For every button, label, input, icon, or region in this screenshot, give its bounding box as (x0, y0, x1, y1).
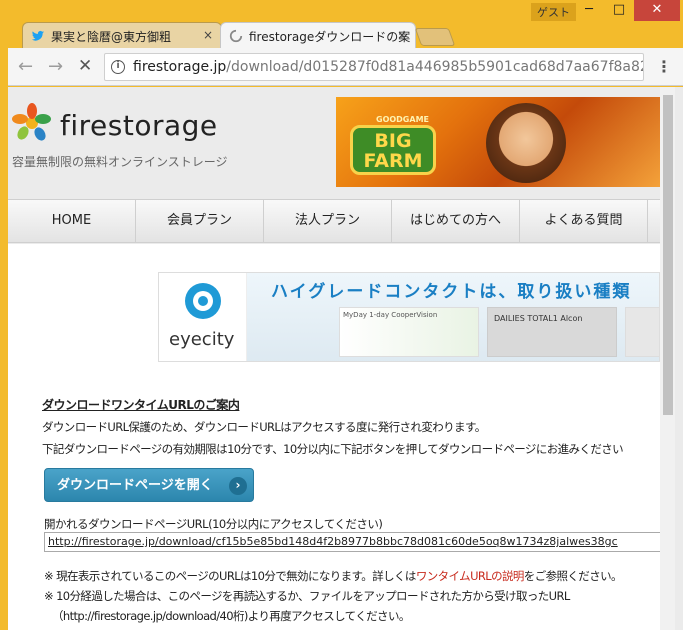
nav-member-plan[interactable]: 会員プラン (136, 200, 264, 242)
site-logo-text[interactable]: firestorage (60, 109, 218, 142)
note-3: （http://firestorage.jp/download/40桁)より再度… (52, 609, 410, 623)
download-url-label: 開かれるダウンロードページURL(10分以内にアクセスしてください) (44, 517, 383, 531)
button-label: ダウンロードページを開く (57, 478, 213, 493)
main-content: eyecity ハイグレードコンタクトは、取り扱い種類 MyDay 1-day … (8, 244, 662, 630)
eyecity-logo-icon (185, 283, 221, 319)
tab-title: 果実と陰暦@東方御粗 (51, 30, 172, 44)
note-2: ※ 10分経過した場合は、このページを再読込するか、ファイルをアップロードされた… (44, 589, 570, 603)
open-download-page-button[interactable]: ダウンロードページを開く › (44, 468, 254, 502)
menu-kebab-icon[interactable]: ⋮ (656, 57, 672, 76)
nav-home[interactable]: HOME (8, 200, 136, 242)
site-info-icon[interactable]: i (111, 60, 125, 74)
tab-strip: 果実と陰暦@東方御粗 × firestorageダウンロードの案 × (8, 20, 683, 48)
nav-corporate-plan[interactable]: 法人プラン (264, 200, 392, 242)
nav-faq[interactable]: よくある質問 (520, 200, 648, 242)
minimize-button[interactable]: ─ (574, 0, 604, 21)
tab-twitter[interactable]: 果実と陰暦@東方御粗 × (22, 22, 222, 48)
close-window-button[interactable]: ✕ (634, 0, 680, 21)
site-tagline: 容量無制限の無料オンラインストレージ (12, 155, 228, 169)
browser-toolbar: ← → ✕ i firestorage.jp/download/d015287f… (8, 48, 683, 86)
tab-firestorage[interactable]: firestorageダウンロードの案 × (220, 22, 416, 48)
maximize-button[interactable]: □ (604, 0, 634, 21)
onetime-url-help-link[interactable]: ワンタイムURLの説明 (416, 569, 525, 583)
banner-brand-small: GOODGAME (376, 115, 429, 124)
ad-headline: ハイグレードコンタクトは、取り扱い種類 (271, 282, 632, 302)
onetime-url-section: ダウンロードワンタイムURLのご案内 ダウンロードURL保護のため、ダウンロード… (42, 396, 662, 457)
page-scrollbar[interactable] (660, 87, 675, 630)
scrollbar-thumb[interactable] (663, 95, 673, 415)
address-bar[interactable]: i firestorage.jp/download/d015287f0d81a4… (104, 53, 644, 81)
new-tab-button[interactable] (414, 28, 456, 46)
browser-window: ゲスト ─ □ ✕ 果実と陰暦@東方御粗 × firestorageダウンロード… (0, 0, 683, 630)
guest-profile-label[interactable]: ゲスト (531, 3, 576, 21)
url-path: /download/d015287f0d81a446985b5901cad68d… (226, 59, 644, 75)
site-header: firestorage 容量無制限の無料オンラインストレージ GOODGAME … (8, 87, 660, 195)
download-url-field[interactable]: http://firestorage.jp/download/cf15b5e85… (44, 532, 662, 552)
twitter-bird-icon (31, 30, 45, 41)
tab-close-icon[interactable]: × (203, 28, 213, 42)
ad-creative: ハイグレードコンタクトは、取り扱い種類 MyDay 1-day CooperVi… (247, 273, 659, 361)
section-line-2: 下記ダウンロードページの有効期限は10分です、10分以内に下記ボタンを押してダウ… (42, 442, 624, 456)
eyecity-brand-text: eyecity (169, 329, 235, 350)
back-arrow-icon[interactable]: ← (18, 56, 33, 77)
firestorage-page: firestorage 容量無制限の無料オンラインストレージ GOODGAME … (8, 87, 662, 630)
ad-product-myday: MyDay 1-day CooperVision (339, 307, 479, 357)
site-nav: HOME 会員プラン 法人プラン はじめての方へ よくある質問 (8, 199, 660, 243)
title-bar: ゲスト ─ □ ✕ (0, 0, 683, 22)
note-1-suffix: をご参照ください。 (523, 569, 623, 583)
nav-first-time[interactable]: はじめての方へ (392, 200, 520, 242)
tab-title: firestorageダウンロードの案 (249, 30, 411, 44)
page-viewport: firestorage 容量無制限の無料オンラインストレージ GOODGAME … (8, 87, 683, 630)
tab-close-icon[interactable]: × (397, 28, 407, 42)
section-line-1: ダウンロードURL保護のため、ダウンロードURLはアクセスする度に発行され変わり… (42, 420, 486, 434)
eyecity-banner-ad[interactable]: eyecity ハイグレードコンタクトは、取り扱い種類 MyDay 1-day … (158, 272, 660, 362)
forward-arrow-icon[interactable]: → (48, 56, 63, 77)
url-host: firestorage.jp (133, 59, 227, 75)
banner-brand-badge: BIG FARM (350, 125, 436, 175)
note-1-prefix: ※ 現在表示されているこのページのURLは10分で無効になります。詳しくは (44, 569, 416, 583)
ad-product-dailies: DAILIES TOTAL1 Alcon (487, 307, 617, 357)
note-1: ※ 現在表示されているこのページのURLは10分で無効になります。詳しくはワンタ… (44, 568, 623, 584)
ad-product-extra (625, 307, 659, 357)
chevron-right-icon: › (229, 477, 247, 495)
loading-spinner-icon (229, 29, 243, 43)
bigfarm-banner-ad[interactable]: GOODGAME BIG FARM (336, 97, 660, 187)
section-title: ダウンロードワンタイムURLのご案内 (42, 398, 240, 412)
stop-loading-icon[interactable]: ✕ (78, 56, 92, 76)
firestorage-logo-icon[interactable] (12, 103, 52, 143)
eyecity-logo: eyecity (159, 273, 247, 361)
banner-character-image (486, 103, 566, 183)
